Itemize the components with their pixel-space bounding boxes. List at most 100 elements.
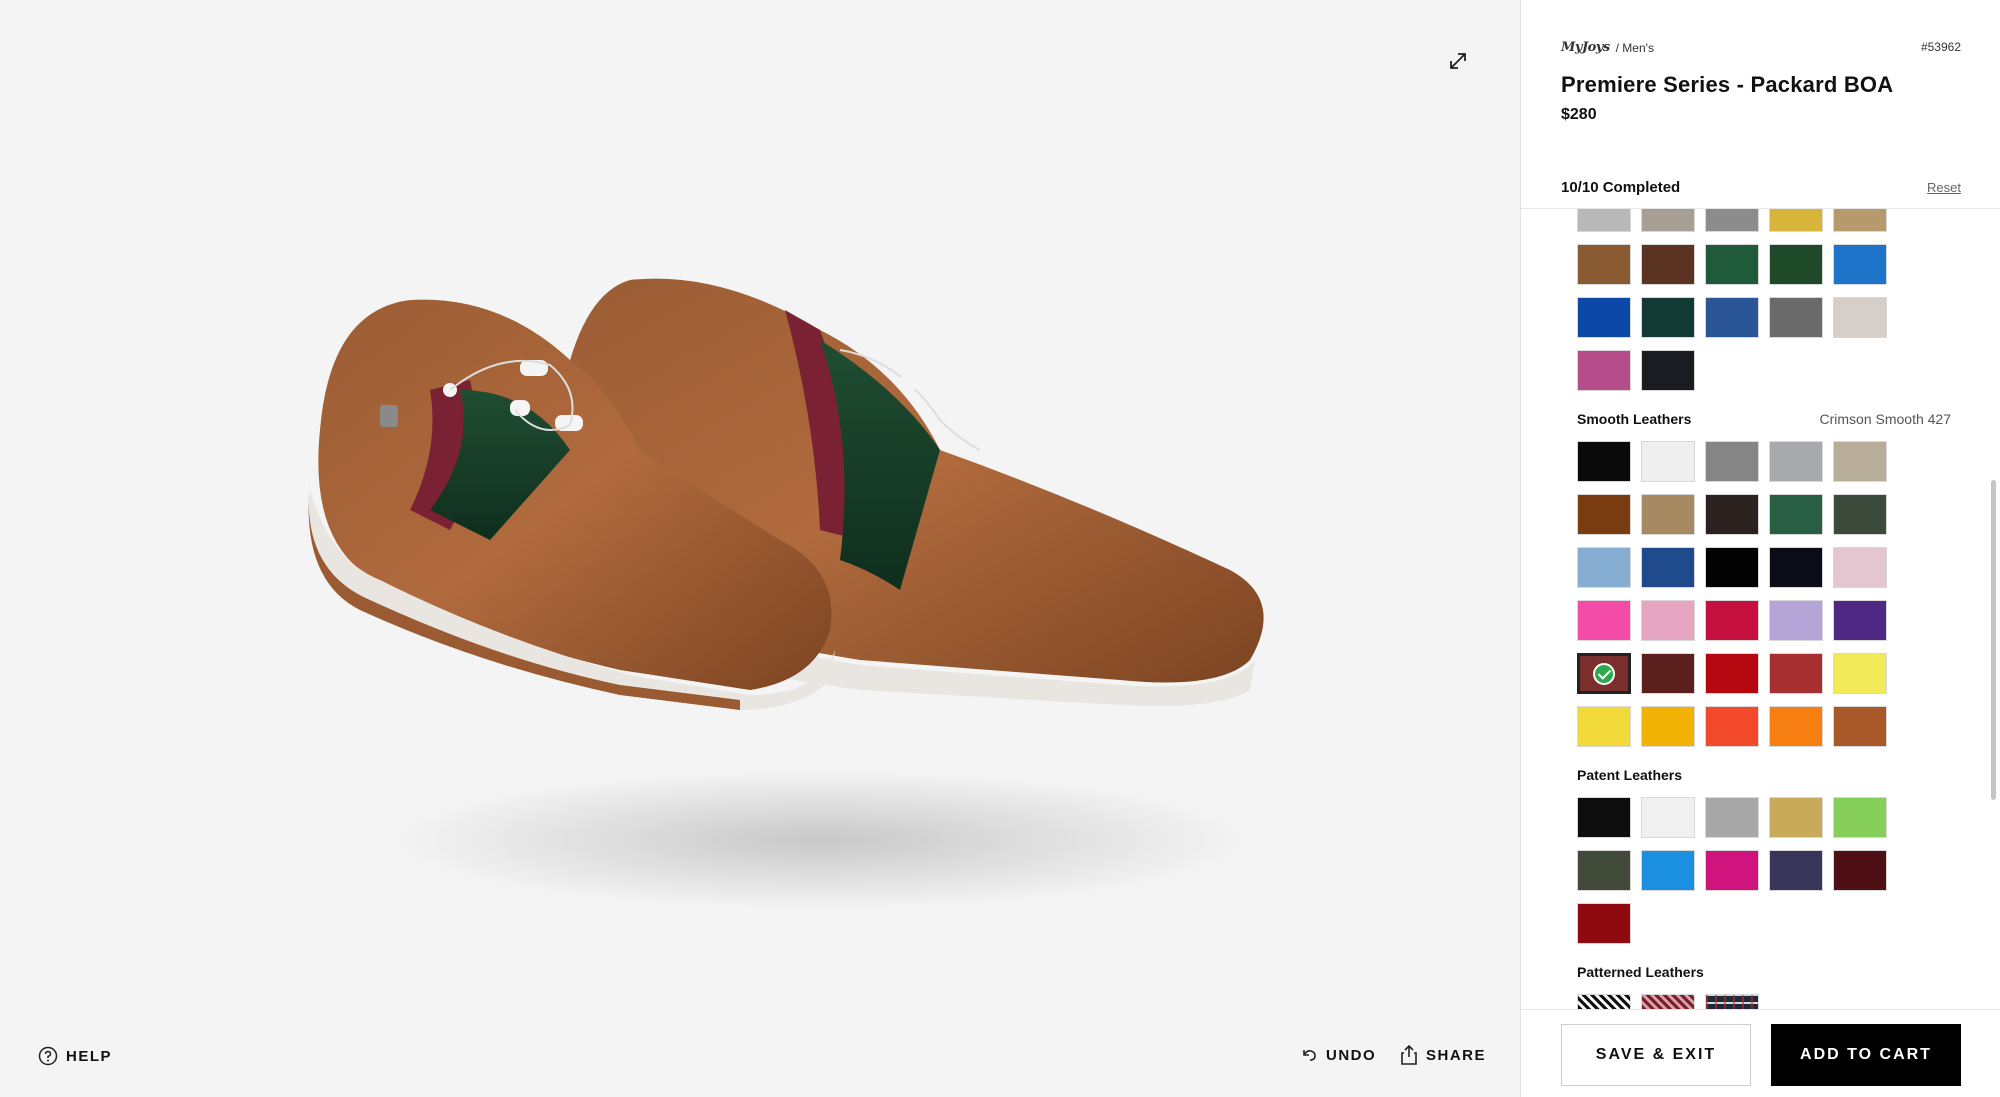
patterned-leather-grid (1577, 994, 1977, 1009)
smooth-leather-swatch[interactable] (1769, 706, 1823, 747)
exotic-leather-swatch[interactable] (1705, 244, 1759, 285)
exotic-leather-swatch[interactable] (1705, 297, 1759, 338)
smooth-leather-swatch[interactable] (1769, 441, 1823, 482)
patterned-leather-swatch[interactable] (1641, 994, 1695, 1009)
smooth-leather-swatch[interactable] (1641, 547, 1695, 588)
patent-leather-swatch[interactable] (1833, 850, 1887, 891)
smooth-leather-swatch[interactable] (1577, 706, 1631, 747)
smooth-leather-swatch[interactable] (1833, 441, 1887, 482)
patent-leather-swatch[interactable] (1641, 850, 1695, 891)
exotic-leather-swatch[interactable] (1641, 350, 1695, 391)
patent-leathers-header: Patent Leathers (1577, 767, 1951, 783)
share-label: SHARE (1426, 1046, 1487, 1064)
smooth-leather-swatch[interactable] (1705, 706, 1759, 747)
exotic-leather-swatch[interactable] (1769, 297, 1823, 338)
exotic-leather-swatch[interactable] (1769, 244, 1823, 285)
material-scroll-area[interactable]: Smooth Leathers Crimson Smooth 427 Paten… (1521, 209, 2000, 1009)
product-title: Premiere Series - Packard BOA (1561, 72, 1894, 97)
exotic-leather-swatch[interactable] (1577, 297, 1631, 338)
smooth-leather-swatch[interactable] (1641, 706, 1695, 747)
smooth-leather-swatch[interactable] (1705, 494, 1759, 535)
smooth-leather-grid (1577, 441, 1977, 747)
share-button[interactable]: SHARE (1400, 1044, 1486, 1066)
undo-arrow-icon (1303, 1050, 1316, 1061)
exotic-leather-swatch[interactable] (1641, 297, 1695, 338)
patent-leather-swatch[interactable] (1705, 850, 1759, 891)
configurator-stage: HELP UNDO SHARE (0, 0, 1520, 1097)
add-to-cart-button[interactable]: ADD TO CART (1771, 1024, 1961, 1086)
smooth-leather-swatch[interactable] (1577, 494, 1631, 535)
smooth-leathers-header: Smooth Leathers Crimson Smooth 427 (1577, 411, 1951, 427)
exotic-leather-swatch[interactable] (1833, 209, 1887, 232)
smooth-leather-swatch[interactable] (1833, 547, 1887, 588)
exotic-leather-swatch[interactable] (1577, 350, 1631, 391)
exotic-leather-swatch[interactable] (1705, 209, 1759, 232)
panel-footer: SAVE & EXIT ADD TO CART (1521, 1009, 2000, 1097)
expand-button[interactable] (1443, 46, 1473, 76)
patent-leather-swatch[interactable] (1833, 797, 1887, 838)
patent-leather-swatch[interactable] (1577, 903, 1631, 944)
smooth-leather-swatch[interactable] (1769, 494, 1823, 535)
shoe-preview[interactable] (300, 240, 1280, 940)
share-upload-icon (1401, 1044, 1417, 1065)
exotic-leather-swatch[interactable] (1769, 209, 1823, 232)
smooth-leather-swatch[interactable] (1833, 653, 1887, 694)
product-price: $280 (1561, 106, 1597, 123)
breadcrumb-category[interactable]: / Men's (1616, 41, 1654, 55)
patent-leather-swatch[interactable] (1577, 797, 1631, 838)
smooth-leather-swatch[interactable] (1705, 600, 1759, 641)
brand-logo[interactable]: MyJoys (1561, 40, 1610, 55)
customization-panel: MyJoys / Men's #53962 Premiere Series - … (1520, 0, 2000, 1097)
stage-toolbar: HELP UNDO SHARE (0, 1030, 1520, 1080)
exotic-leather-swatch[interactable] (1641, 244, 1695, 285)
smooth-leather-swatch[interactable] (1833, 494, 1887, 535)
patent-leather-swatch[interactable] (1769, 850, 1823, 891)
patent-leather-grid (1577, 797, 1977, 944)
smooth-leather-swatch[interactable] (1833, 600, 1887, 641)
smooth-leather-swatch[interactable] (1577, 653, 1631, 694)
expand-arrows-icon (1450, 53, 1466, 69)
patent-leather-swatch[interactable] (1705, 797, 1759, 838)
smooth-leather-swatch[interactable] (1577, 441, 1631, 482)
smooth-leather-swatch[interactable] (1641, 653, 1695, 694)
check-circle-icon (1593, 662, 1615, 685)
exotic-leather-swatch[interactable] (1833, 297, 1887, 338)
exotic-leather-swatch[interactable] (1577, 209, 1631, 232)
smooth-leather-swatch[interactable] (1833, 706, 1887, 747)
undo-label: UNDO (1326, 1046, 1377, 1064)
patent-leather-swatch[interactable] (1641, 797, 1695, 838)
smooth-leather-swatch[interactable] (1577, 600, 1631, 641)
breadcrumb: MyJoys / Men's (1561, 40, 1654, 55)
patterned-leathers-title: Patterned Leathers (1577, 964, 1704, 980)
undo-button[interactable]: UNDO (1300, 1046, 1376, 1064)
exotic-leather-swatch[interactable] (1641, 209, 1695, 232)
help-label: HELP (66, 1047, 113, 1065)
patent-leather-swatch[interactable] (1769, 797, 1823, 838)
exotic-leather-swatch[interactable] (1833, 244, 1887, 285)
product-header: MyJoys / Men's #53962 Premiere Series - … (1521, 0, 2000, 210)
patent-leather-swatch[interactable] (1577, 850, 1631, 891)
shoe-3d-render (308, 278, 1264, 910)
smooth-leather-swatch[interactable] (1705, 441, 1759, 482)
question-circle-icon (38, 1046, 58, 1066)
smooth-leather-swatch[interactable] (1641, 600, 1695, 641)
save-exit-button[interactable]: SAVE & EXIT (1561, 1024, 1751, 1086)
patterned-leather-swatch[interactable] (1705, 994, 1759, 1009)
smooth-leather-swatch[interactable] (1705, 653, 1759, 694)
exotic-leather-grid (1577, 244, 1977, 391)
smooth-leather-swatch[interactable] (1705, 547, 1759, 588)
smooth-leather-swatch[interactable] (1769, 600, 1823, 641)
smooth-leather-swatch[interactable] (1769, 653, 1823, 694)
smooth-leather-swatch[interactable] (1641, 494, 1695, 535)
exotic-leather-grid-partial (1577, 209, 1977, 232)
patent-leathers-title: Patent Leathers (1577, 767, 1683, 783)
help-button[interactable]: HELP (38, 1046, 112, 1066)
reset-link[interactable]: Reset (1927, 180, 1961, 195)
smooth-leather-swatch[interactable] (1641, 441, 1695, 482)
exotic-leather-swatch[interactable] (1577, 244, 1631, 285)
product-sku: #53962 (1920, 40, 1961, 54)
smooth-leather-swatch[interactable] (1769, 547, 1823, 588)
patterned-leather-swatch[interactable] (1577, 994, 1631, 1009)
scrollbar-thumb[interactable] (1991, 480, 1996, 800)
smooth-leather-swatch[interactable] (1577, 547, 1631, 588)
